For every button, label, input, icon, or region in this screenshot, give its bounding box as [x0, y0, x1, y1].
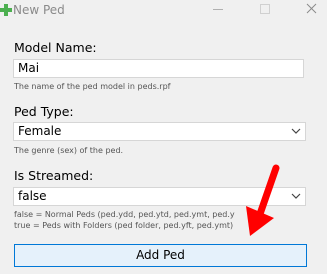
ped-type-selected-value: Female: [18, 124, 62, 138]
chevron-down-icon: [291, 128, 301, 134]
model-name-hint: The name of the ped model in peds.rpf: [14, 82, 171, 91]
minimize-button[interactable]: [203, 0, 233, 20]
is-streamed-hint-true: true = Peds with Folders (ped folder, pe…: [14, 221, 234, 230]
title-bar[interactable]: New Ped: [0, 0, 327, 28]
ped-type-hint: The genre (sex) of the ped.: [14, 146, 124, 155]
is-streamed-label: Is Streamed:: [14, 168, 94, 183]
ped-type-label: Ped Type:: [14, 104, 74, 119]
model-name-label: Model Name:: [14, 40, 97, 55]
close-icon: [306, 3, 317, 14]
minimize-icon: [213, 9, 223, 10]
ped-type-select[interactable]: Female: [13, 122, 306, 141]
is-streamed-hint-false: false = Normal Peds (ped.ydd, ped.ytd, p…: [14, 210, 235, 219]
red-arrow-annotation: [246, 164, 280, 236]
add-ped-button[interactable]: Add Ped: [14, 244, 307, 267]
plus-icon: [0, 4, 12, 16]
is-streamed-selected-value: false: [18, 189, 47, 203]
close-button[interactable]: [297, 0, 327, 20]
model-name-input[interactable]: Mai: [13, 59, 304, 78]
maximize-button[interactable]: [250, 0, 280, 20]
maximize-icon: [260, 4, 270, 14]
window-title: New Ped: [13, 3, 65, 17]
